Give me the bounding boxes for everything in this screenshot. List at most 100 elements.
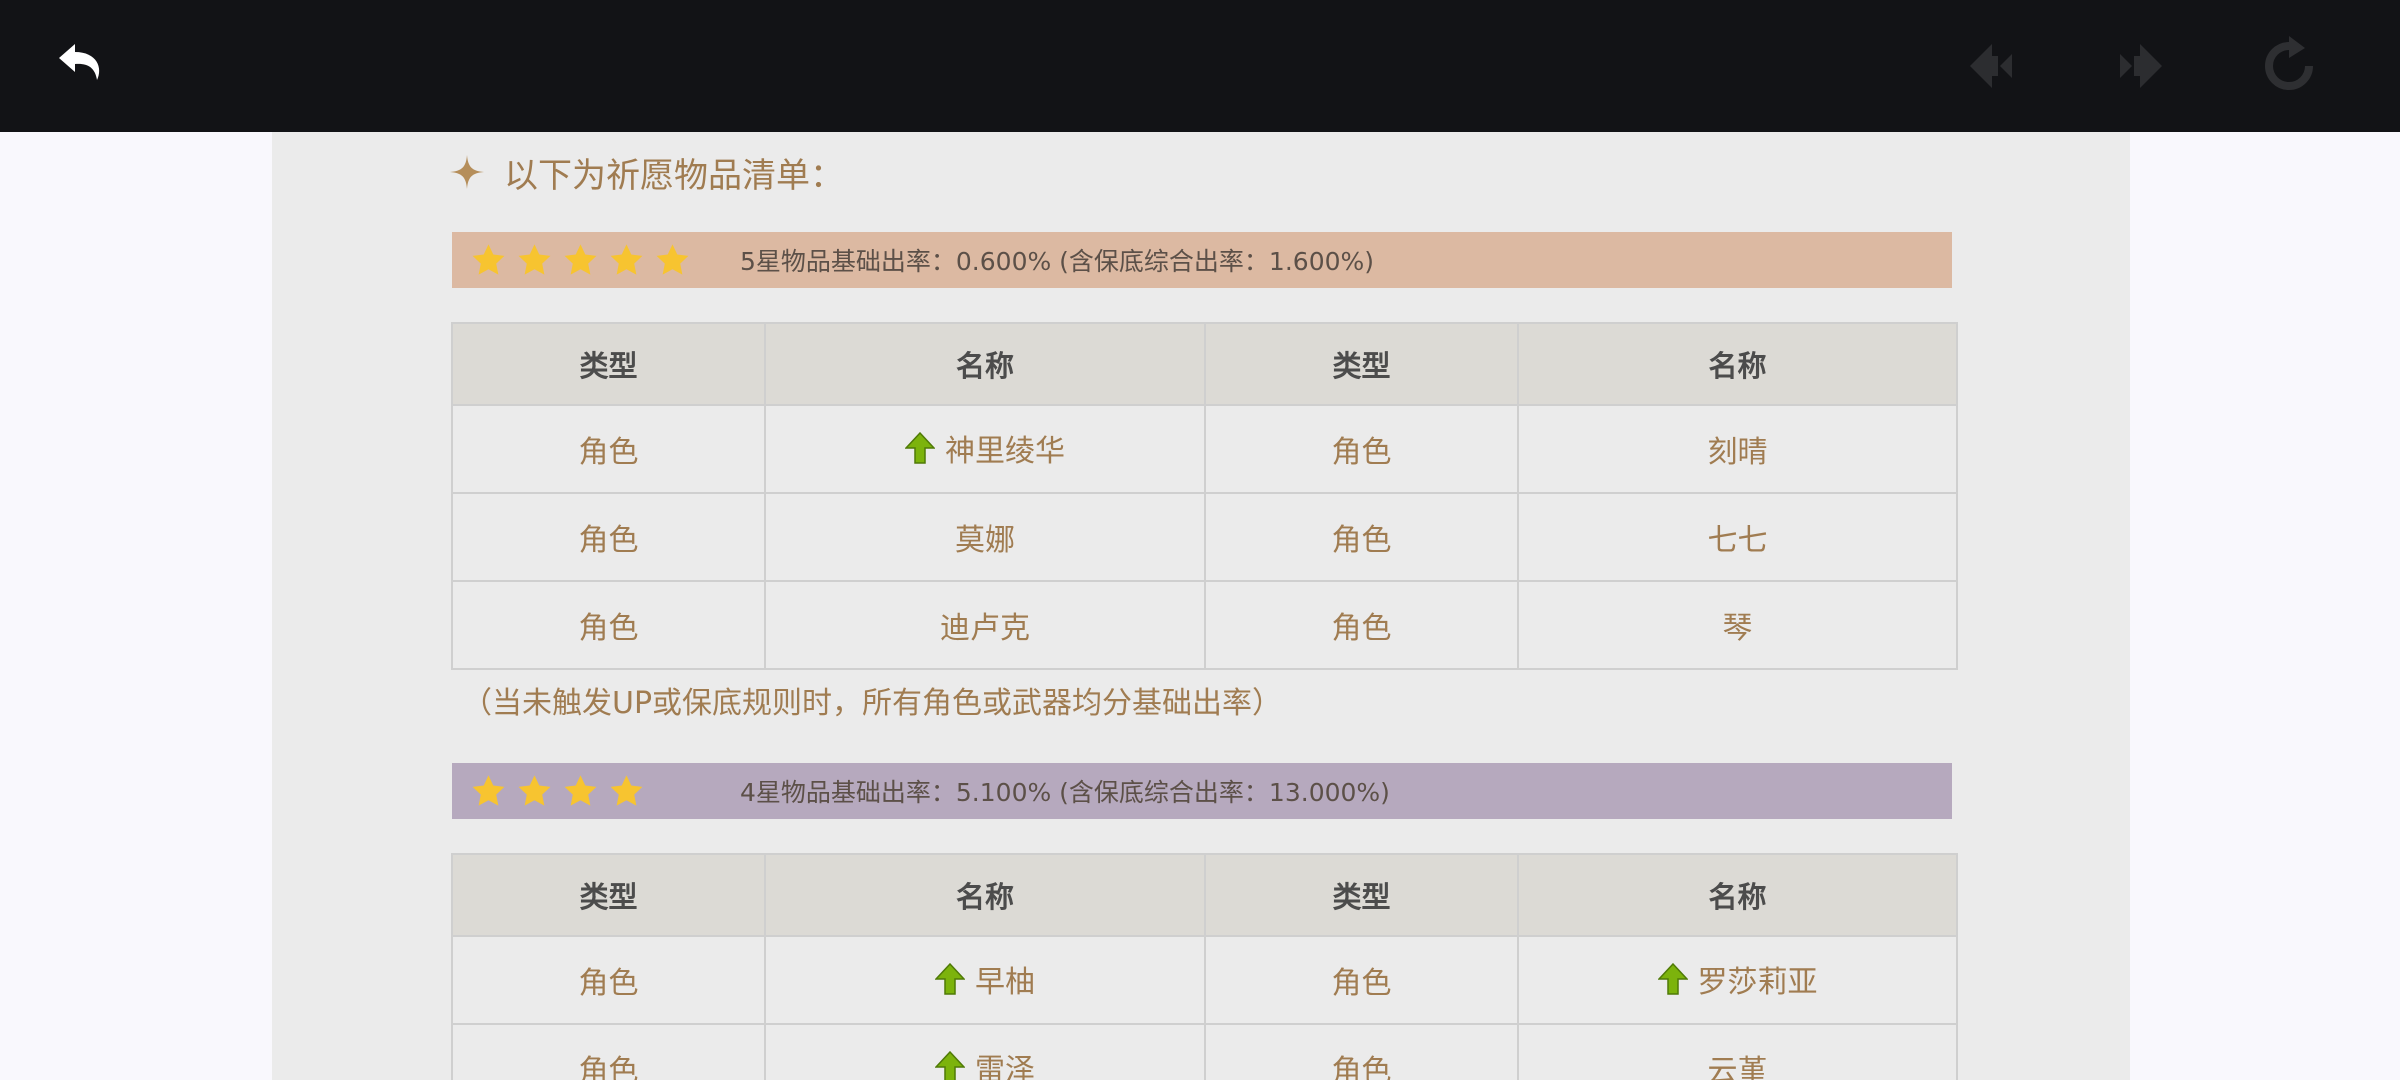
cell-text: 角色	[578, 966, 639, 1001]
cell-text: 角色	[578, 435, 639, 470]
item-type-cell: 角色	[1204, 580, 1519, 670]
cell-text: 神里绫华	[945, 434, 1065, 469]
cell-content: 迪卢克	[940, 603, 1030, 647]
table-row: 角色 早柚 角色 罗莎莉亚	[451, 935, 1958, 1025]
cell-content: 角色	[579, 1046, 639, 1080]
cell-text: 角色	[1331, 1054, 1392, 1080]
cell-text: 琴	[1722, 611, 1753, 646]
table-row: 角色 神里绫华 角色 刻晴	[451, 404, 1958, 494]
item-name-cell: 罗莎莉亚	[1517, 935, 1958, 1025]
cell-text: 莫娜	[955, 523, 1015, 558]
five-star-rating	[452, 242, 740, 279]
cell-content: 角色	[1332, 515, 1392, 559]
cell-content: 角色	[1332, 1046, 1392, 1080]
refresh-icon	[2265, 36, 2313, 90]
cell-text: 雷泽	[975, 1053, 1035, 1080]
table-row: 角色 迪卢克 角色 琴	[451, 580, 1958, 670]
cell-content: 角色	[579, 958, 639, 1002]
back-button[interactable]	[47, 30, 119, 102]
star-icon	[610, 243, 643, 275]
cell-text: 角色	[578, 611, 639, 646]
item-type-cell: 角色	[451, 580, 766, 670]
cell-content: 早柚	[935, 957, 1035, 1001]
item-name-cell: 琴	[1517, 580, 1958, 670]
star-icon	[610, 774, 643, 806]
cell-text: 角色	[1331, 611, 1392, 646]
item-name-cell: 刻晴	[1517, 404, 1958, 494]
star-icon	[564, 243, 597, 275]
cell-content: 角色	[1332, 427, 1392, 471]
top-toolbar	[0, 0, 2400, 132]
item-name-cell: 神里绫华	[764, 404, 1206, 494]
cell-content: 角色	[1332, 958, 1392, 1002]
previous-button[interactable]	[1956, 30, 2028, 102]
item-type-cell: 角色	[451, 404, 766, 494]
wish-details-panel: 以下为祈愿物品清单： 5星物品基础出率：0.600% (含保底综合出率：1.60…	[272, 132, 2130, 1080]
column-header: 名称	[764, 853, 1206, 937]
cell-content: 七七	[1708, 515, 1768, 559]
cell-text: 云堇	[1707, 1054, 1768, 1080]
item-name-cell: 云堇	[1517, 1023, 1958, 1080]
cell-content: 刻晴	[1708, 427, 1768, 471]
cell-text: 罗莎莉亚	[1697, 965, 1818, 1000]
four-star-rate-bar: 4星物品基础出率：5.100% (含保底综合出率：13.000%)	[452, 763, 1952, 819]
item-type-cell: 角色	[451, 492, 766, 582]
up-arrow-icon	[1657, 963, 1688, 995]
cell-content: 角色	[1332, 603, 1392, 647]
item-type-cell: 角色	[1204, 492, 1519, 582]
column-header: 类型	[1204, 853, 1519, 937]
table-header-row: 类型 名称 类型 名称	[451, 853, 1958, 937]
star-icon	[472, 774, 505, 806]
cell-content: 云堇	[1708, 1046, 1768, 1080]
cell-text: 角色	[1331, 966, 1392, 1001]
up-arrow-icon	[935, 963, 965, 995]
cell-content: 琴	[1723, 603, 1753, 647]
diamond-arrow-left-icon	[1970, 44, 2012, 88]
column-header: 名称	[1517, 853, 1958, 937]
star-icon	[518, 243, 551, 275]
column-header: 类型	[451, 322, 766, 406]
cell-text: 刻晴	[1707, 435, 1768, 470]
section-title-text: 以下为祈愿物品清单：	[504, 155, 844, 196]
sparkle-icon	[450, 155, 484, 189]
column-header: 类型	[451, 853, 766, 937]
five-star-rate-text: 5星物品基础出率：0.600% (含保底综合出率：1.600%)	[740, 247, 1375, 276]
rate-note: （当未触发UP或保底规则时，所有角色或武器均分基础出率）	[462, 686, 1283, 721]
cell-text: 角色	[578, 1054, 639, 1080]
table-header-row: 类型 名称 类型 名称	[451, 322, 1958, 406]
five-star-item-table: 类型 名称 类型 名称 角色 神里绫华 角色 刻晴 角色 莫娜 角色 七七 角色 迪卢克 角色琴	[451, 322, 1958, 670]
four-star-item-table: 类型 名称 类型 名称 角色 早柚 角色 罗莎莉亚 角色 雷泽 角色 云堇	[451, 853, 1958, 1080]
up-arrow-icon	[935, 1051, 965, 1080]
cell-text: 七七	[1707, 523, 1768, 558]
cell-text: 角色	[578, 523, 639, 558]
cell-text: 迪卢克	[940, 611, 1030, 646]
item-name-cell: 七七	[1517, 492, 1958, 582]
cell-text: 角色	[1331, 523, 1392, 558]
item-type-cell: 角色	[1204, 1023, 1519, 1080]
cell-content: 角色	[579, 427, 639, 471]
item-type-cell: 角色	[1204, 935, 1519, 1025]
column-header: 类型	[1204, 322, 1519, 406]
item-type-cell: 角色	[451, 1023, 766, 1080]
cell-text: 早柚	[975, 965, 1035, 1000]
five-star-rate-bar: 5星物品基础出率：0.600% (含保底综合出率：1.600%)	[452, 232, 1952, 288]
item-name-cell: 雷泽	[764, 1023, 1206, 1080]
four-star-rating	[452, 773, 740, 810]
undo-arrow-icon	[59, 44, 100, 80]
item-name-cell: 迪卢克	[764, 580, 1206, 670]
table-row: 角色 雷泽 角色 云堇	[451, 1023, 1958, 1080]
next-button[interactable]	[2104, 30, 2176, 102]
cell-content: 角色	[579, 515, 639, 559]
up-arrow-icon	[905, 432, 935, 464]
column-header: 名称	[1517, 322, 1958, 406]
cell-content: 神里绫华	[905, 426, 1065, 470]
four-star-rate-text: 4星物品基础出率：5.100% (含保底综合出率：13.000%)	[740, 778, 1390, 807]
section-title: 以下为祈愿物品清单：	[450, 142, 844, 202]
cell-content: 角色	[579, 603, 639, 647]
column-header: 名称	[764, 322, 1206, 406]
refresh-button[interactable]	[2253, 30, 2325, 102]
star-icon	[564, 774, 597, 806]
star-icon	[518, 774, 551, 806]
item-name-cell: 莫娜	[764, 492, 1206, 582]
item-name-cell: 早柚	[764, 935, 1206, 1025]
